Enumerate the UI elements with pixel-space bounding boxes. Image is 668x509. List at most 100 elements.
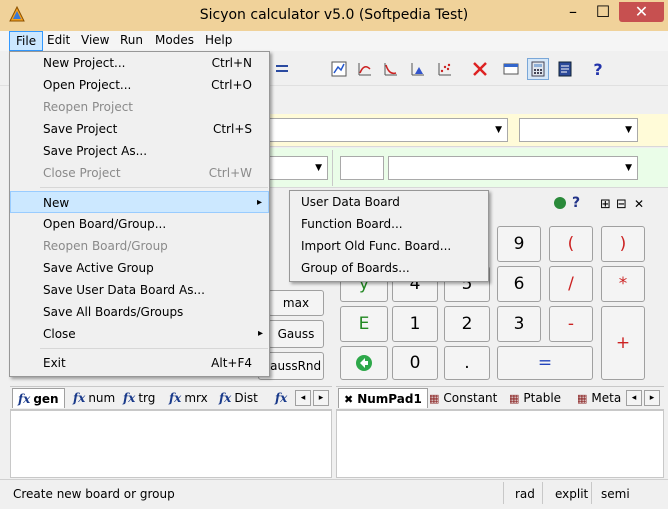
minimize-button[interactable]: – (560, 2, 586, 22)
submenu-item-group-of-boards[interactable]: Group of Boards... (290, 257, 488, 279)
status-separator-mode[interactable]: semi (601, 485, 630, 503)
tab-mrx[interactable]: fx mrx (164, 388, 213, 408)
menu-item-reopen-board[interactable]: Reopen Board/Group (10, 235, 269, 257)
calculator-icon[interactable] (527, 58, 549, 80)
menu-item-save-user-board-as[interactable]: Save User Data Board As... (10, 279, 269, 301)
menu-view[interactable]: View (75, 31, 115, 51)
scatter-plot-icon[interactable] (434, 58, 456, 80)
key-point[interactable]: . (444, 346, 490, 380)
submenu-item-user-data-board[interactable]: User Data Board (290, 191, 488, 213)
chevron-down-icon[interactable]: ▼ (625, 163, 632, 173)
pad-help-icon[interactable]: ? (572, 195, 580, 211)
clear-icon[interactable] (469, 58, 491, 80)
window-icon[interactable] (500, 58, 522, 80)
help-icon[interactable]: ? (587, 58, 609, 80)
key-open-paren[interactable]: ( (549, 226, 593, 262)
menu-file[interactable]: File (9, 31, 44, 51)
tools-icon: ✖ (344, 393, 354, 406)
bar-plot-icon[interactable] (407, 58, 429, 80)
function-plot-icon[interactable] (380, 58, 402, 80)
key-6[interactable]: 6 (497, 266, 541, 302)
key-close-paren[interactable]: ) (601, 226, 645, 262)
tab-dist[interactable]: fx Dist (214, 388, 263, 408)
menu-item-open-board[interactable]: Open Board/Group... (10, 213, 269, 235)
tab-numpad1[interactable]: ✖ NumPad1 (338, 388, 428, 408)
menu-item-save-all-boards[interactable]: Save All Boards/Groups (10, 301, 269, 323)
chevron-down-icon[interactable]: ▼ (625, 125, 632, 135)
close-window-button[interactable]: ✕ (619, 2, 664, 22)
menu-help[interactable]: Help (199, 31, 238, 51)
close-pad-icon[interactable]: ✕ (634, 197, 644, 211)
menu-item-exit[interactable]: Exit Alt+F4 (10, 352, 269, 374)
max-button[interactable]: max (268, 290, 324, 316)
plot-icon[interactable] (328, 58, 350, 80)
tab-constant[interactable]: ▦ Constant (424, 388, 502, 408)
maximize-button[interactable]: ☐ (590, 2, 616, 22)
divider (503, 482, 504, 504)
pad-board-area[interactable] (336, 410, 664, 478)
menu-item-shortcut: Ctrl+W (208, 166, 252, 180)
curve-plot-icon[interactable] (354, 58, 376, 80)
function-icon: fx (73, 391, 86, 405)
tab-ptable[interactable]: ▦ Ptable (504, 388, 566, 408)
collapse-icon[interactable]: ⊟ (616, 197, 627, 212)
menu-item-save-active-group[interactable]: Save Active Group (10, 257, 269, 279)
expand-icon[interactable]: ⊞ (600, 197, 611, 212)
menu-item-close[interactable]: Close ▸ (10, 323, 269, 345)
tab-trg[interactable]: fx trg (118, 388, 160, 408)
status-angle-mode[interactable]: rad (515, 485, 535, 503)
key-back[interactable] (340, 346, 388, 380)
tab-scroll-right[interactable]: ▸ (313, 390, 329, 406)
function-board-area[interactable] (10, 410, 332, 478)
tab-more[interactable]: fx (270, 388, 295, 408)
result-combo[interactable]: ▼ (519, 118, 638, 142)
submenu-item-function-board[interactable]: Function Board... (290, 213, 488, 235)
tab-scroll-left[interactable]: ◂ (295, 390, 311, 406)
menu-modes[interactable]: Modes (149, 31, 200, 51)
key-9[interactable]: 9 (497, 226, 541, 262)
divider (542, 482, 543, 504)
key-3[interactable]: 3 (497, 306, 541, 342)
value-combo[interactable]: ▼ (388, 156, 638, 180)
menu-item-new-project[interactable]: New Project... Ctrl+N (10, 52, 269, 74)
menu-item-label: Save Active Group (43, 261, 154, 275)
pad-tab-scroll-left[interactable]: ◂ (626, 390, 642, 406)
gauss-button[interactable]: Gauss (268, 320, 324, 348)
variable-combo[interactable]: ▼ (268, 156, 328, 180)
tab-meta[interactable]: ▦ Meta (572, 388, 626, 408)
submenu-item-import-old-board[interactable]: Import Old Func. Board... (290, 235, 488, 257)
menu-item-save-project[interactable]: Save Project Ctrl+S (10, 118, 269, 140)
key-multiply[interactable]: * (601, 266, 645, 302)
chevron-down-icon[interactable]: ▼ (495, 125, 502, 135)
key-divide[interactable]: / (549, 266, 593, 302)
menu-item-label: User Data Board (301, 195, 400, 209)
key-1[interactable]: 1 (392, 306, 438, 342)
tab-gen[interactable]: fx gen (12, 388, 65, 408)
status-mult-mode[interactable]: explit (555, 485, 588, 503)
align-icon[interactable] (271, 58, 293, 80)
menu-edit[interactable]: Edit (41, 31, 76, 51)
key-plus[interactable]: + (601, 306, 645, 380)
pad-tab-scroll-right[interactable]: ▸ (644, 390, 660, 406)
key-equals[interactable]: = (497, 346, 593, 380)
key-2[interactable]: 2 (444, 306, 490, 342)
menu-item-reopen-project[interactable]: Reopen Project (10, 96, 269, 118)
divider (591, 482, 592, 504)
menu-item-save-project-as[interactable]: Save Project As... (10, 140, 269, 162)
chevron-down-icon[interactable]: ▼ (315, 163, 322, 173)
key-e[interactable]: E (340, 306, 388, 342)
menu-run[interactable]: Run (114, 31, 149, 51)
index-field[interactable] (340, 156, 384, 180)
menu-item-close-project[interactable]: Close Project Ctrl+W (10, 162, 269, 184)
menu-item-label: Save User Data Board As... (43, 283, 205, 297)
tab-num[interactable]: fx num (68, 388, 120, 408)
key-0[interactable]: 0 (392, 346, 438, 380)
menu-item-new[interactable]: New ▸ (10, 191, 269, 213)
menu-item-open-project[interactable]: Open Project... Ctrl+O (10, 74, 269, 96)
globe-icon[interactable] (554, 197, 566, 209)
menu-item-shortcut: Ctrl+O (211, 78, 252, 92)
board-icon[interactable] (554, 58, 576, 80)
tab-label: trg (138, 391, 156, 405)
expression-combo[interactable]: ▼ (268, 118, 508, 142)
key-minus[interactable]: - (549, 306, 593, 342)
